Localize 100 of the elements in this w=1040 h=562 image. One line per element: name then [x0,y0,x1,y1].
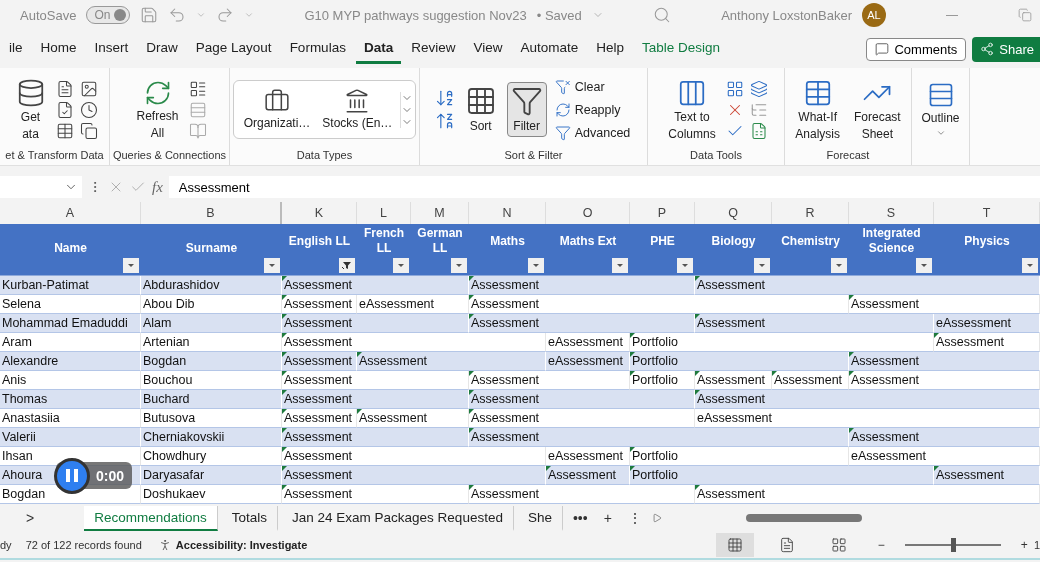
formula-field[interactable]: Assessment [168,176,1040,198]
advanced-button[interactable]: Advanced [552,122,633,143]
table-cell: Assessment [546,466,630,485]
share-button[interactable]: Share [972,36,1040,62]
column-letter[interactable]: M [411,202,469,224]
sheet-tab[interactable]: She [517,505,563,531]
zoom-slider-thumb[interactable] [950,538,956,552]
table-cell: Assessment [282,390,469,409]
filter-dropdown[interactable] [916,258,932,273]
caret-icon [682,264,688,267]
column-letter[interactable]: R [772,202,849,224]
comments-button[interactable]: Comments [866,37,967,61]
group-label: Sort & Filter [503,148,564,163]
filter-dropdown[interactable] [1022,258,1038,273]
forecast-sheet-button[interactable]: Forecast Sheet [850,74,905,145]
undo-icon [168,6,187,24]
accessibility-button[interactable]: Accessibility: Investigate [155,536,310,554]
filter-button[interactable]: Filter [506,82,547,137]
next-sheet-button[interactable]: > [20,508,41,528]
column-letter[interactable]: T [934,202,1040,224]
table-cell: Assessment [282,485,469,504]
data-types-gallery[interactable]: Organizati… Stocks (En… [232,80,417,139]
menu-tab[interactable]: Page Layout [187,34,280,64]
filter-dropdown[interactable] [754,258,770,273]
refresh-all-button[interactable]: Refresh All [132,75,183,144]
table-cell: Portfolio [630,352,849,371]
text-to-columns-button[interactable]: Text to Columns [664,74,720,145]
filter-dropdown[interactable] [393,258,409,273]
filter-dropdown[interactable] [677,258,693,273]
group-label: Data Tools [689,148,743,163]
zoom-out-button[interactable]: − [871,536,891,554]
sheet-tab[interactable]: Jan 24 Exam Packages Requested [282,505,514,531]
filter-dropdown[interactable] [339,258,355,273]
user-avatar[interactable]: AL [862,3,886,27]
filter-dropdown[interactable] [612,258,628,273]
sheet-tab[interactable]: Totals [221,505,279,531]
sort-button[interactable]: Sort [460,82,501,137]
share-icon [980,42,995,56]
column-letter[interactable]: O [546,202,630,224]
menu-tab[interactable]: Home [32,34,85,64]
table-cell: Assessment [934,333,1040,352]
add-sheet-button[interactable]: + [597,508,618,528]
column-title: German LL [416,226,464,256]
column-letter[interactable]: B [141,202,282,224]
menu-tab[interactable]: Table Design [634,34,729,64]
table-cell: Assessment [469,428,849,447]
name-cell: Thomas [0,390,141,409]
search-icon [653,6,672,24]
data-type-button[interactable]: Organizati… [239,85,315,134]
filter-dropdown[interactable] [451,258,467,273]
table-cell: Assessment [282,295,357,314]
sort-descending-icon [434,111,455,131]
column-letter[interactable]: L [357,202,411,224]
document-icon [55,79,74,98]
menu-tab[interactable]: Help [588,34,632,64]
menu-tab[interactable]: Review [403,34,464,64]
more-sheets-button[interactable]: ••• [566,508,594,528]
view-button[interactable] [715,533,754,557]
minimize-icon[interactable] [946,14,958,16]
sheet-menu-button[interactable]: ⋮ [621,508,648,528]
menu-tab[interactable]: Draw [138,34,186,64]
get-data-button[interactable]: Get ata [11,74,50,145]
comment-icon [875,42,890,56]
caret-icon [269,264,275,267]
column-letter[interactable]: S [849,202,934,224]
table-cell: eAssessment [849,447,1040,466]
caret-icon [456,264,462,267]
data-type-button[interactable]: Stocks (En… [318,85,397,134]
what-if-analysis-button[interactable]: What-If Analysis [791,74,844,145]
table-cell: Assessment [695,314,934,333]
filter-dropdown[interactable] [123,258,139,273]
menu-tab[interactable]: Formulas [281,34,354,64]
menu-tab[interactable]: Automate [512,34,587,64]
caret-icon [759,264,765,267]
column-title: French LL [363,226,405,256]
column-letter[interactable]: K [282,202,357,224]
reapply-button[interactable]: Reapply [552,99,633,120]
zoom-percent: 1 [1033,539,1040,551]
filter-dropdown[interactable] [528,258,544,273]
clear-button[interactable]: Clear [552,76,633,97]
menu-tab[interactable]: View [465,34,511,64]
surname-cell: Doshukaev [141,485,282,504]
menu-tab[interactable]: Data [355,34,402,64]
table-cell: Assessment [357,409,469,428]
column-letter[interactable]: Q [695,202,772,224]
scrollbar-thumb[interactable] [745,514,862,522]
table-cell: Assessment [282,314,469,333]
filter-dropdown[interactable] [264,258,280,273]
column-letter[interactable]: A [0,202,141,224]
sheet-tab[interactable]: Recommendations [84,505,218,531]
menu-tab[interactable]: ile [1,34,31,64]
function-label[interactable]: fx [152,178,163,196]
redo-icon [216,6,235,24]
column-title: Name [54,241,87,256]
column-letter[interactable]: P [630,202,695,224]
menu-tab[interactable]: Insert [86,34,137,64]
column-letter[interactable]: N [469,202,546,224]
zoom-in-button[interactable]: + [1014,536,1034,554]
outline-button[interactable]: Outline [917,78,964,141]
filter-dropdown[interactable] [831,258,847,273]
